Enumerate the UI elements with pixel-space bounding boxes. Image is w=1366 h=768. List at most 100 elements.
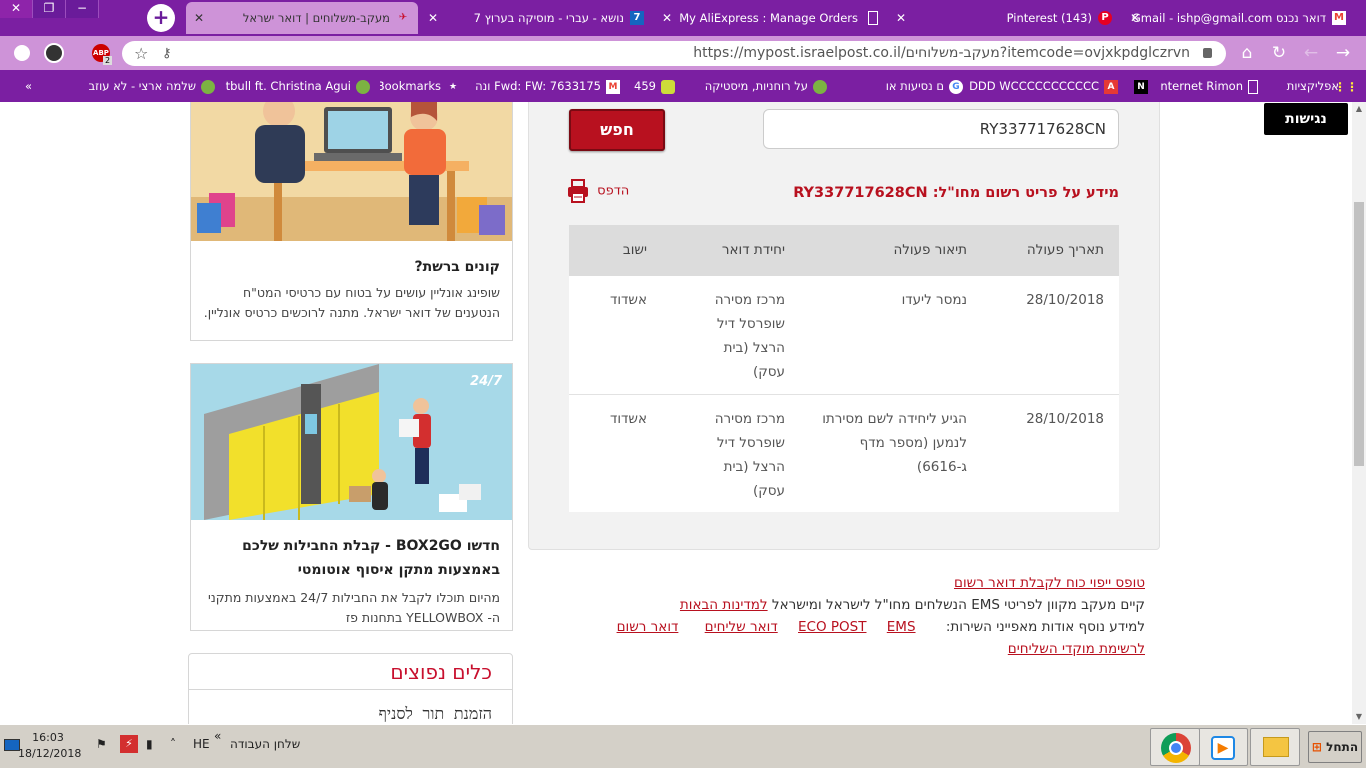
bookmarks-more-button[interactable]: » bbox=[18, 70, 32, 102]
cell-post-unit: מרכז מסירה שופרסל דיל הרצל (בית עסק) bbox=[714, 292, 785, 380]
cell-date: 28/10/2018 bbox=[1026, 292, 1104, 308]
url-text[interactable]: https://mypost.israelpost.co.il/מעקב-משל… bbox=[693, 41, 1190, 66]
taskbar-media-player[interactable]: ▶ bbox=[1198, 728, 1248, 766]
media-player-icon: ▶ bbox=[1211, 736, 1235, 760]
cell-city: אשדוד bbox=[609, 411, 647, 427]
tray-expand-icon[interactable]: ˄ bbox=[170, 737, 176, 751]
antivirus-icon[interactable]: ⚡ bbox=[120, 735, 138, 753]
tab-close-icon[interactable]: ✕ bbox=[1130, 2, 1140, 34]
bookmark-item[interactable]: N bbox=[1128, 70, 1148, 102]
profile-avatar[interactable] bbox=[44, 43, 64, 63]
services-text: למידע נוסף אודות מאפייני השירות: bbox=[945, 619, 1145, 635]
scrollbar-thumb[interactable] bbox=[1354, 202, 1364, 466]
page-content: נגישות קונים ברשת? שופינג אונליין עושים … bbox=[0, 102, 1352, 724]
locker-illustration bbox=[191, 364, 512, 520]
info-links: טופס ייפוי כוח לקבלת דואר רשום קיים מעקב… bbox=[525, 572, 1145, 660]
address-bar[interactable]: ☆ ⚷ https://mypost.israelpost.co.il/מעקב… bbox=[122, 41, 1226, 66]
language-indicator[interactable]: HE bbox=[193, 737, 210, 751]
bookmark-item[interactable]: על רוחניות, מיסטיקה bbox=[685, 70, 827, 102]
green-circle-icon bbox=[356, 79, 370, 94]
bookmark-item[interactable]: שלמה ארצי - לא עוזב bbox=[80, 70, 215, 102]
service-link-eco-post[interactable]: ECO POST bbox=[798, 616, 866, 638]
toolbar-expand-icon[interactable]: » bbox=[214, 729, 221, 743]
countries-link[interactable]: למדינות הבאות bbox=[680, 597, 768, 613]
service-link-courier[interactable]: דואר שליחים bbox=[705, 616, 778, 638]
home-icon[interactable]: ⌂ bbox=[1236, 42, 1258, 64]
tab-close-icon[interactable]: ✕ bbox=[194, 2, 204, 34]
window-minimize-icon[interactable]: − bbox=[66, 0, 99, 18]
tab-title: נושא - עברי - מוסיקה בערוץ 7 bbox=[473, 11, 624, 25]
print-label: הדפס bbox=[597, 183, 630, 199]
window-controls: ✕ ❐ − bbox=[0, 0, 99, 18]
accessibility-button[interactable]: נגישות bbox=[1264, 103, 1348, 135]
tab-close-icon[interactable]: ✕ bbox=[896, 2, 906, 34]
desktop-toolbar-label[interactable]: שלחן העבודה bbox=[230, 737, 300, 751]
bookmark-item[interactable]: Pitbull ft. Christina Agui bbox=[225, 70, 370, 102]
battery-icon[interactable]: ▮ bbox=[146, 737, 153, 751]
taskbar-clock[interactable]: 16:03 18/12/2018 bbox=[18, 730, 81, 762]
tools-item-branch-appointment[interactable]: הזמנת תור לסניף bbox=[189, 690, 512, 724]
star-icon: ★ bbox=[448, 81, 458, 92]
service-link-registered[interactable]: דואר רשום bbox=[617, 616, 679, 638]
start-button[interactable]: התחל ⊞ bbox=[1308, 731, 1362, 763]
bookmark-item[interactable]: Internet Rimon bbox=[1160, 70, 1258, 102]
window-restore-icon[interactable]: ❐ bbox=[33, 0, 66, 18]
tab-pinterest[interactable]: ✕ (143) Pinterest P bbox=[888, 2, 1120, 34]
scroll-up-icon[interactable]: ▲ bbox=[1352, 102, 1366, 116]
tab-close-icon[interactable]: ✕ bbox=[428, 2, 438, 34]
password-key-icon[interactable]: ⚷ bbox=[162, 41, 172, 66]
tracking-panel: חפש מידע על פריט רשום מחו"ל: RY337717628… bbox=[528, 102, 1160, 550]
table-row: 28/10/2018 הגיע ליחידה לשם מסירתו לנמען … bbox=[569, 394, 1119, 512]
browser-toolbar: ABP 2 ☆ ⚷ https://mypost.israelpost.co.i… bbox=[0, 36, 1366, 70]
item-info-title: מידע על פריט רשום מחו"ל: RY337717628CN bbox=[793, 185, 1119, 201]
tab-israel-post[interactable]: ✕ מעקב-משלוחים | דואר ישראל ✈ bbox=[186, 2, 418, 34]
scroll-down-icon[interactable]: ▼ bbox=[1352, 710, 1366, 724]
promo-image-box2go: 24/7 bbox=[191, 364, 512, 520]
tab-gmail[interactable]: ✕ דואר נכנס Gmail - ishp@gmail.com M bbox=[1122, 2, 1354, 34]
service-link-ems[interactable]: EMS bbox=[887, 616, 916, 638]
print-button[interactable]: הדפס bbox=[567, 179, 629, 203]
bookmark-item[interactable]: ADDD WCCCCCCCCCCC bbox=[970, 70, 1118, 102]
bookmark-item[interactable]: 459 bbox=[625, 70, 675, 102]
bookmark-star-icon[interactable]: ☆ bbox=[134, 41, 148, 66]
forward-icon[interactable]: ← bbox=[1300, 42, 1322, 64]
bookmark-item[interactable]: ★Bookmarks bbox=[380, 70, 460, 102]
tracking-number-input[interactable] bbox=[763, 109, 1119, 149]
card-title: קונים ברשת? bbox=[414, 259, 500, 275]
reload-icon[interactable]: ↻ bbox=[1268, 42, 1290, 64]
courier-centers-link[interactable]: לרשימת מוקדי השליחים bbox=[1008, 641, 1145, 657]
flag-icon[interactable]: ⚑ bbox=[96, 737, 107, 751]
tab-aliexpress[interactable]: ✕ My AliExpress : Manage Orders bbox=[654, 2, 886, 34]
card-title: חדשו BOX2GO - קבלת החבילות שלכם באמצעות … bbox=[242, 538, 500, 578]
tab-title: דואר נכנס Gmail - ishp@gmail.com bbox=[1131, 11, 1326, 25]
show-desktop-icon[interactable] bbox=[4, 739, 20, 751]
gmail-icon: M bbox=[606, 79, 620, 94]
cell-city: אשדוד bbox=[609, 292, 647, 308]
google-icon: G bbox=[949, 79, 963, 94]
tab-title: מעקב-משלוחים | דואר ישראל bbox=[242, 11, 390, 25]
card-text: מהיום תוכלו לקבל את החבילות 24/7 באמצעות… bbox=[207, 590, 500, 625]
proxy-form-link[interactable]: טופס ייפוי כוח לקבלת דואר רשום bbox=[954, 575, 1145, 591]
back-icon[interactable]: → bbox=[1332, 42, 1354, 64]
bookmark-item[interactable]: Gם נסיעות או bbox=[835, 70, 963, 102]
tab-close-icon[interactable]: ✕ bbox=[662, 2, 672, 34]
tab-channel7[interactable]: ✕ נושא - עברי - מוסיקה בערוץ 7 7 bbox=[420, 2, 652, 34]
bookmark-apps[interactable]: ⋮⋮אפליקציות bbox=[1268, 70, 1358, 102]
bookmark-item[interactable]: MFwd: FW: 7633175 ונה bbox=[470, 70, 620, 102]
new-tab-button[interactable]: + bbox=[147, 4, 175, 32]
promo-card-box2go[interactable]: 24/7 חדשו BOX2GO - קבלת החבילות שלכם באמ… bbox=[190, 363, 513, 631]
taskbar-explorer[interactable] bbox=[1250, 728, 1300, 766]
promo-image-shopping bbox=[191, 102, 512, 241]
window-close-icon[interactable]: ✕ bbox=[0, 0, 33, 18]
taskbar-chrome[interactable] bbox=[1150, 728, 1200, 766]
promo-card-online-shopping[interactable]: קונים ברשת? שופינג אונליין עושים על בטוח… bbox=[190, 102, 513, 341]
page-scrollbar[interactable]: ▲ ▼ bbox=[1352, 102, 1366, 724]
bookmarks-bar: » שלמה ארצי - לא עוזב Pitbull ft. Christ… bbox=[0, 70, 1366, 102]
gmail-icon: M bbox=[1332, 11, 1346, 25]
tracking-table: תאריך פעולה תיאור פעולה יחידת דואר ישוב … bbox=[569, 225, 1119, 512]
lock-icon[interactable] bbox=[1203, 48, 1212, 58]
search-button[interactable]: חפש bbox=[569, 109, 665, 151]
folder-icon bbox=[1263, 737, 1289, 757]
extension-icon[interactable] bbox=[14, 45, 30, 61]
green-circle-icon bbox=[813, 79, 827, 94]
